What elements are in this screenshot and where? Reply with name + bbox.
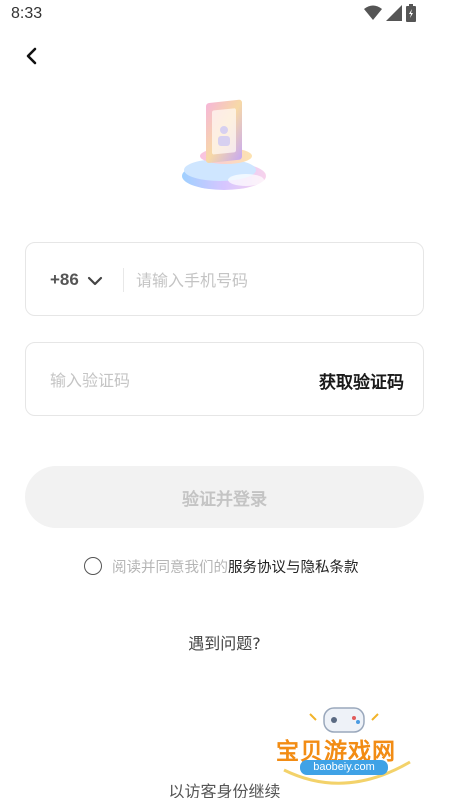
wifi-icon — [364, 5, 382, 25]
country-code-selector[interactable]: +86 — [50, 243, 103, 317]
agreement-prefix: 阅读并同意我们的 — [112, 559, 228, 576]
verification-code-field: 获取验证码 — [25, 342, 424, 417]
agree-radio[interactable] — [84, 557, 102, 575]
verify-login-button[interactable]: 验证并登录 — [25, 466, 424, 528]
battery-icon — [406, 4, 416, 26]
watermark-logo: 宝贝游戏网 baobeiy.com — [270, 700, 420, 790]
chevron-left-icon — [24, 47, 38, 69]
help-link[interactable]: 遇到问题? — [0, 630, 449, 654]
guest-continue-link[interactable]: 以访客身份继续 — [0, 778, 449, 798]
chevron-down-icon — [87, 271, 103, 290]
agreement: 阅读并同意我们的 服务协议与隐私条款 — [84, 556, 359, 576]
terms-privacy-link[interactable]: 服务协议与隐私条款 — [228, 556, 359, 577]
watermark-url: baobeiy.com — [300, 760, 388, 775]
phone-field: +86 — [25, 242, 424, 317]
hero-illustration — [180, 94, 270, 196]
status-time: 8:33 — [11, 5, 43, 22]
status-icons — [364, 4, 416, 26]
field-divider — [123, 268, 124, 292]
status-bar: 8:33 — [0, 0, 449, 30]
signal-icon — [386, 5, 402, 25]
phone-input[interactable] — [136, 243, 406, 317]
country-code-label: +86 — [50, 270, 79, 289]
back-button[interactable] — [18, 44, 44, 72]
verification-code-input[interactable] — [50, 343, 280, 417]
get-code-button[interactable]: 获取验证码 — [319, 343, 404, 417]
